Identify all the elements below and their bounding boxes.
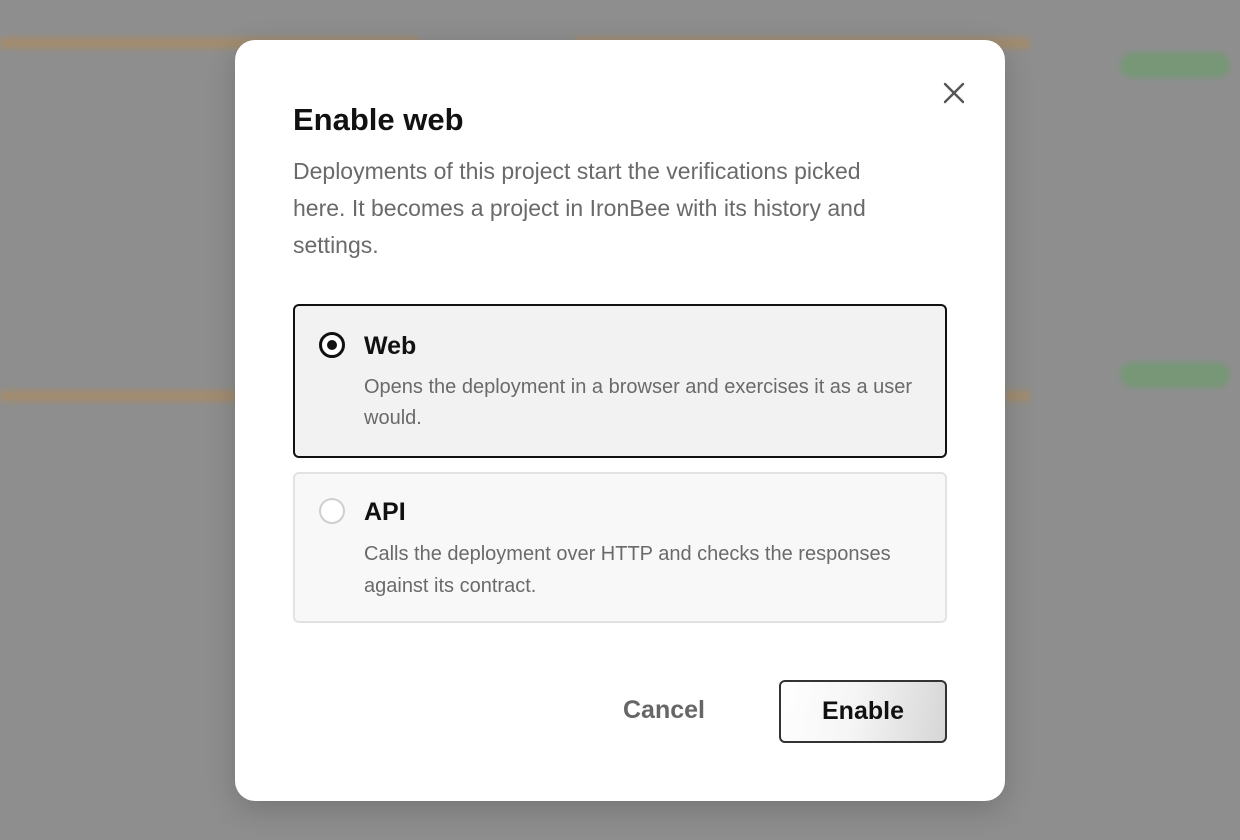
- background-highlight-bar: [1005, 390, 1030, 402]
- option-web-label: Web: [364, 332, 417, 360]
- background-highlight-bar: [0, 390, 240, 402]
- radio-selected-icon[interactable]: [319, 332, 345, 358]
- cancel-button[interactable]: Cancel: [623, 696, 705, 725]
- enable-web-dialog: Enable web Deployments of this project s…: [235, 40, 1005, 801]
- option-api[interactable]: API Calls the deployment over HTTP and c…: [293, 472, 947, 623]
- close-icon: [943, 82, 965, 104]
- option-api-description: Calls the deployment over HTTP and check…: [364, 543, 891, 597]
- option-web-description: Opens the deployment in a browser and ex…: [364, 376, 913, 429]
- background-status-badge: [1120, 52, 1230, 78]
- dialog-description: Deployments of this project start the ve…: [293, 158, 866, 258]
- radio-unselected-icon[interactable]: [319, 498, 345, 524]
- background-status-badge: [1120, 362, 1230, 388]
- enable-button[interactable]: Enable: [779, 680, 947, 743]
- option-api-label: API: [364, 498, 406, 526]
- option-web[interactable]: Web Opens the deployment in a browser an…: [293, 304, 947, 458]
- dialog-title: Enable web: [293, 102, 464, 137]
- close-button[interactable]: [939, 78, 969, 108]
